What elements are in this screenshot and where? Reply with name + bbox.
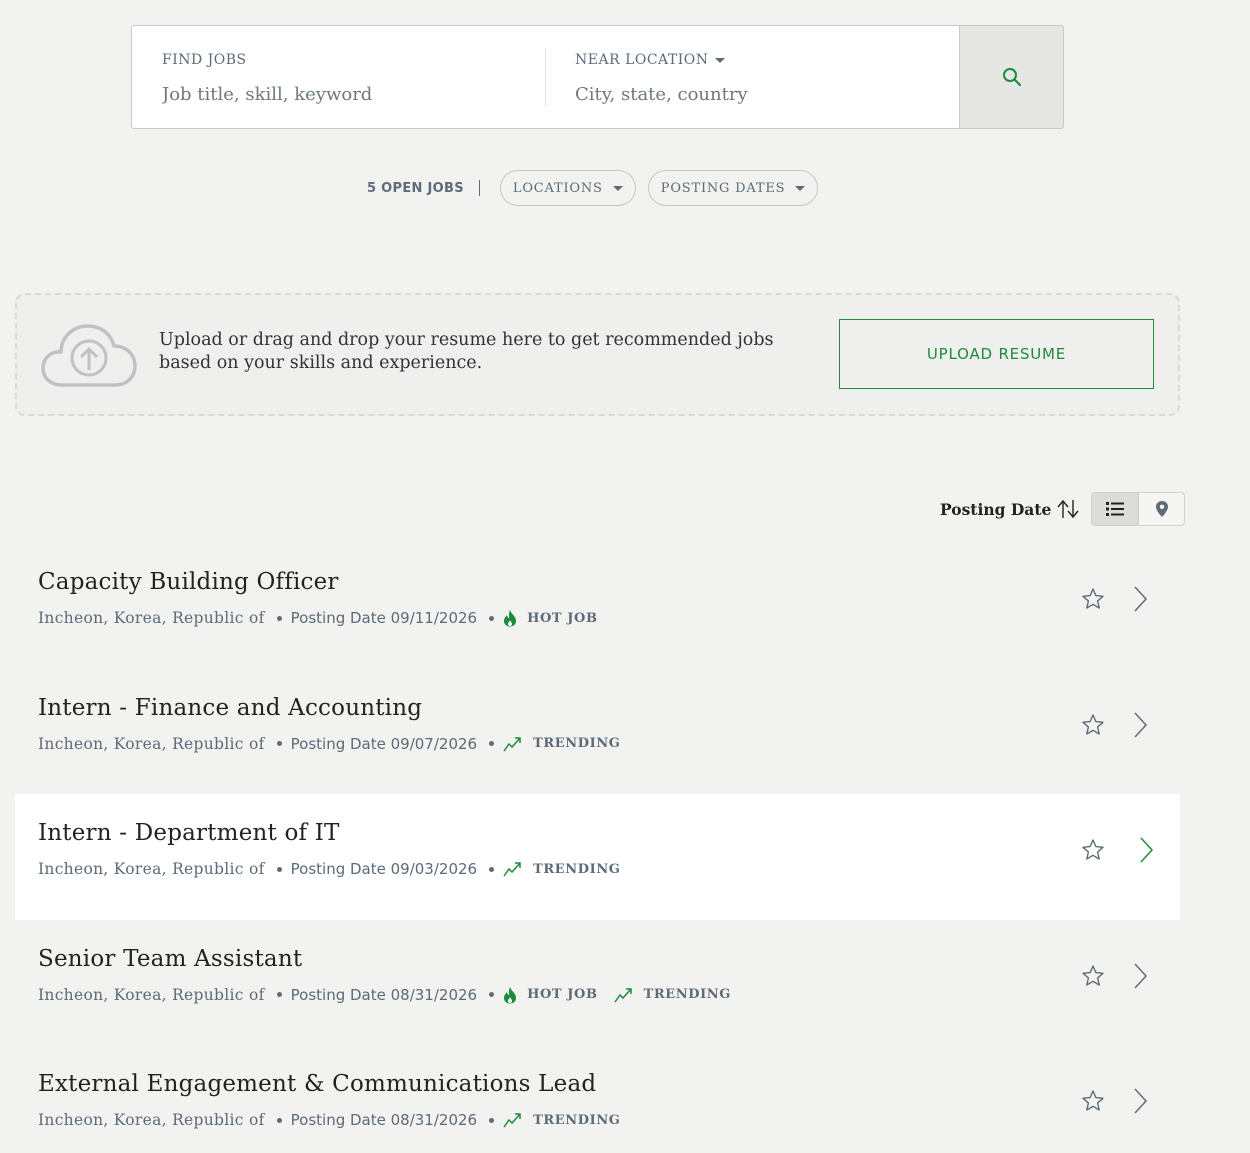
trending-text: TRENDING — [643, 987, 731, 1002]
hot-job-badge: HOT JOB — [503, 986, 597, 1004]
hot-job-text: HOT JOB — [527, 987, 598, 1002]
sort-arrows-icon[interactable] — [1056, 499, 1080, 519]
job-location: Incheon, Korea, Republic of — [38, 734, 265, 753]
separator-dot — [276, 1117, 282, 1123]
chevron-right-icon[interactable] — [1138, 836, 1154, 864]
job-meta: Incheon, Korea, Republic of Posting Date… — [38, 986, 1180, 1004]
job-row[interactable]: Senior Team Assistant Incheon, Korea, Re… — [15, 920, 1180, 1046]
separator-dot — [276, 992, 282, 997]
star-icon[interactable] — [1081, 838, 1105, 862]
filter-separator — [478, 180, 480, 196]
cloud-upload-icon — [41, 324, 137, 387]
star-icon[interactable] — [1081, 964, 1105, 988]
chevron-right-icon[interactable] — [1132, 962, 1148, 990]
caret-down-icon — [612, 185, 623, 191]
job-row[interactable]: Intern - Department of IT Incheon, Korea… — [15, 794, 1180, 920]
job-title[interactable]: Intern - Department of IT — [38, 820, 1180, 846]
near-location-label[interactable]: NEAR LOCATION — [575, 52, 959, 68]
near-location-field[interactable]: NEAR LOCATION — [545, 26, 959, 128]
job-posting-date: Posting Date 09/07/2026 — [290, 734, 478, 753]
search-icon — [1002, 68, 1021, 87]
job-location: Incheon, Korea, Republic of — [38, 609, 265, 627]
chevron-right-icon[interactable] — [1132, 585, 1148, 613]
hot-job-badge: HOT JOB — [503, 609, 597, 627]
star-icon[interactable] — [1081, 713, 1105, 737]
job-location: Incheon, Korea, Republic of — [38, 860, 265, 878]
separator-dot — [489, 1117, 495, 1123]
trending-up-icon — [503, 862, 521, 877]
separator-dot — [489, 615, 495, 621]
find-jobs-label: FIND JOBS — [162, 52, 247, 68]
chevron-right-icon[interactable] — [1132, 711, 1148, 739]
trending-badge: TRENDING — [503, 861, 620, 877]
map-view-button[interactable] — [1138, 493, 1185, 525]
find-jobs-field[interactable]: FIND JOBS — [132, 26, 545, 128]
sort-bar: Posting Date — [940, 492, 1186, 526]
posting-dates-filter-label: POSTING DATES — [660, 180, 786, 196]
star-icon[interactable] — [1081, 587, 1105, 611]
job-title[interactable]: External Engagement & Communications Lea… — [38, 1071, 1180, 1097]
job-title[interactable]: Intern - Finance and Accounting — [38, 695, 1180, 721]
separator-dot — [489, 741, 495, 746]
job-posting-date: Posting Date 09/03/2026 — [290, 860, 478, 878]
job-posting-date: Posting Date 08/31/2026 — [290, 985, 478, 1004]
star-icon[interactable] — [1081, 1089, 1105, 1113]
trending-up-icon — [613, 987, 632, 1002]
resume-upload-dropzone[interactable]: Upload or drag and drop your resume here… — [15, 293, 1180, 416]
list-view-button[interactable] — [1092, 493, 1139, 525]
caret-down-icon — [714, 57, 725, 63]
locations-filter[interactable]: LOCATIONS — [499, 170, 636, 206]
job-list: Capacity Building Officer Incheon, Korea… — [15, 543, 1180, 1153]
job-title[interactable]: Senior Team Assistant — [38, 946, 1180, 972]
upload-resume-button[interactable]: UPLOAD RESUME — [839, 319, 1154, 389]
job-meta: Incheon, Korea, Republic of Posting Date… — [38, 860, 1180, 878]
trending-badge: TRENDING — [503, 736, 620, 752]
caret-down-icon — [795, 185, 806, 191]
near-location-label-text: NEAR LOCATION — [575, 52, 709, 68]
separator-dot — [489, 866, 495, 872]
trending-badge: TRENDING — [613, 987, 731, 1003]
separator-dot — [276, 866, 282, 872]
trending-up-icon — [503, 1113, 521, 1128]
upload-instructions: Upload or drag and drop your resume here… — [159, 330, 774, 373]
chevron-right-icon[interactable] — [1132, 1087, 1148, 1115]
map-pin-icon — [1155, 501, 1168, 517]
job-meta: Incheon, Korea, Republic of Posting Date… — [38, 609, 1180, 627]
posting-dates-filter[interactable]: POSTING DATES — [647, 170, 819, 206]
job-title[interactable]: Capacity Building Officer — [38, 569, 1180, 595]
trending-text: TRENDING — [533, 861, 621, 877]
job-row[interactable]: Capacity Building Officer Incheon, Korea… — [15, 543, 1180, 669]
search-button[interactable] — [959, 25, 1064, 129]
find-jobs-input[interactable] — [162, 84, 512, 105]
separator-dot — [276, 741, 282, 746]
job-search-box: FIND JOBS NEAR LOCATION — [131, 25, 1064, 129]
separator-dot — [489, 992, 495, 997]
job-row[interactable]: Intern - Finance and Accounting Incheon,… — [15, 669, 1180, 795]
sort-by-posting-date[interactable]: Posting Date — [940, 500, 1051, 519]
flame-icon — [504, 610, 517, 627]
hot-job-text: HOT JOB — [527, 610, 598, 626]
list-icon — [1106, 502, 1125, 516]
view-toggle — [1091, 492, 1186, 526]
trending-badge: TRENDING — [503, 1112, 620, 1128]
trending-text: TRENDING — [533, 736, 621, 751]
job-meta: Incheon, Korea, Republic of Posting Date… — [38, 735, 1180, 753]
job-location: Incheon, Korea, Republic of — [38, 985, 265, 1004]
job-posting-date: Posting Date 09/11/2026 — [290, 609, 478, 627]
trending-text: TRENDING — [533, 1112, 621, 1128]
flame-icon — [504, 986, 517, 1003]
locations-filter-label: LOCATIONS — [512, 180, 603, 196]
job-row[interactable]: External Engagement & Communications Lea… — [15, 1045, 1180, 1153]
open-jobs-count: 5 OPEN JOBS — [367, 180, 464, 196]
filter-bar: 5 OPEN JOBS LOCATIONS POSTING DATES — [367, 170, 830, 206]
trending-up-icon — [503, 736, 521, 751]
job-location: Incheon, Korea, Republic of — [38, 1111, 265, 1129]
job-posting-date: Posting Date 08/31/2026 — [290, 1111, 478, 1129]
job-meta: Incheon, Korea, Republic of Posting Date… — [38, 1111, 1180, 1129]
separator-dot — [276, 615, 282, 621]
near-location-input[interactable] — [575, 84, 925, 105]
